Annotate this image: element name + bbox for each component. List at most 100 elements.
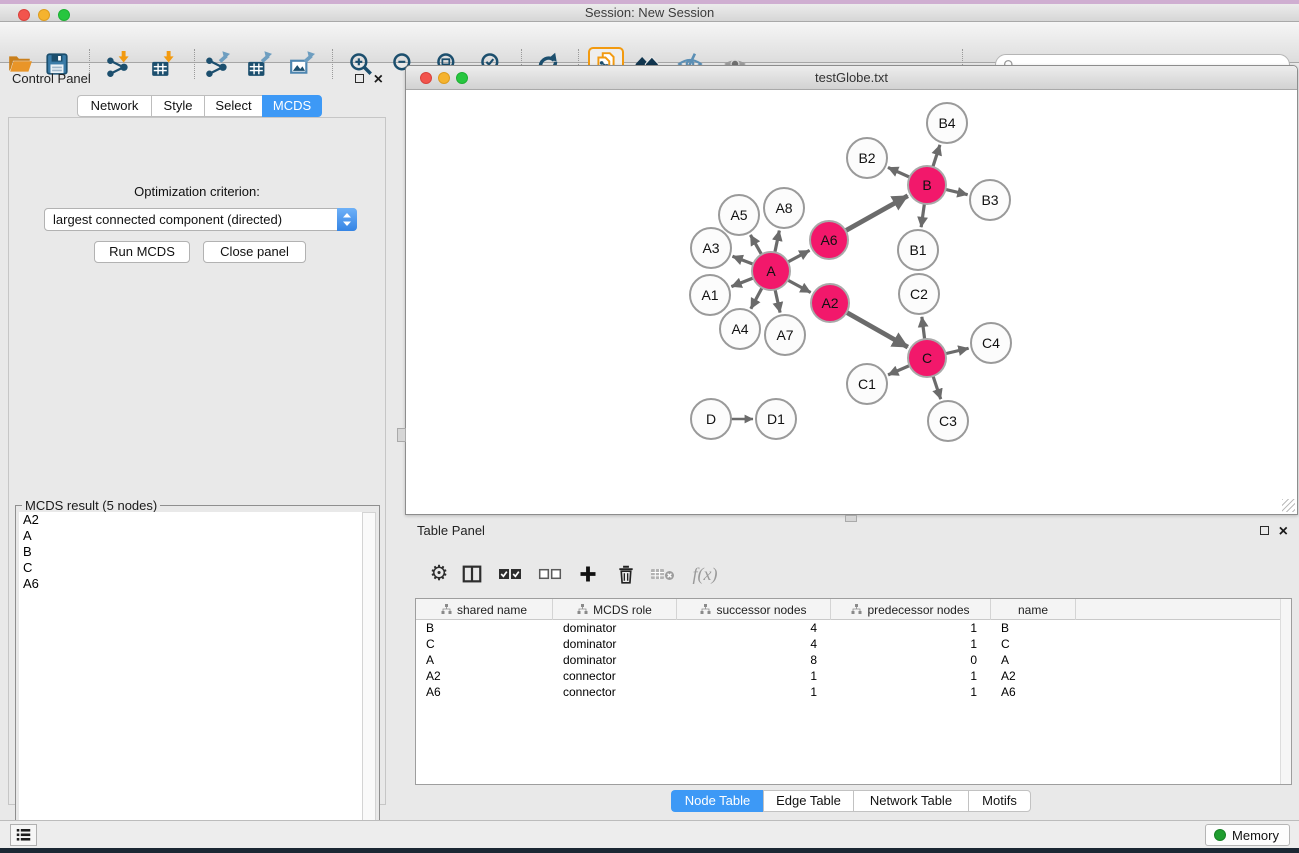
tab-network[interactable]: Network <box>77 95 151 117</box>
table-cell[interactable]: 4 <box>677 620 831 636</box>
unselect-all-rows-button[interactable] <box>536 560 564 588</box>
network-close-button[interactable] <box>420 72 432 84</box>
memory-button[interactable]: Memory <box>1205 824 1290 846</box>
graph-node-B4[interactable]: B4 <box>926 102 968 144</box>
table-cell[interactable]: C <box>416 636 553 652</box>
graph-node-C4[interactable]: C4 <box>970 322 1012 364</box>
graph-node-C[interactable]: C <box>907 338 947 378</box>
table-cell[interactable]: B <box>416 620 553 636</box>
tab-select[interactable]: Select <box>204 95 262 117</box>
result-list-scrollbar[interactable] <box>362 512 376 843</box>
table-cell[interactable]: connector <box>553 668 677 684</box>
table-cell[interactable]: B <box>991 620 1076 636</box>
list-view-button[interactable] <box>10 824 37 846</box>
table-row[interactable]: Cdominator41C <box>416 636 1280 652</box>
close-panel-button[interactable]: Close panel <box>203 241 306 263</box>
column-header-MCDS-role[interactable]: MCDS role <box>553 599 677 620</box>
table-close-panel-icon[interactable]: × <box>1279 526 1288 538</box>
table-cell[interactable]: 1 <box>677 668 831 684</box>
network-zoom-button[interactable] <box>456 72 468 84</box>
table-row[interactable]: A6connector11A6 <box>416 684 1280 700</box>
graph-node-D1[interactable]: D1 <box>755 398 797 440</box>
graph-node-A4[interactable]: A4 <box>719 308 761 350</box>
table-row[interactable]: Adominator80A <box>416 652 1280 668</box>
network-canvas[interactable]: A A1 A2 A3 A4 A5 A6 A7 A8 B B1 B2 B3B4 C C1 C2 C3C4 D D1 <box>406 90 1297 514</box>
run-mcds-button[interactable]: Run MCDS <box>94 241 190 263</box>
graph-node-C3[interactable]: C3 <box>927 400 969 442</box>
table-cell[interactable]: 1 <box>831 620 991 636</box>
minimize-window-button[interactable] <box>38 9 50 21</box>
table-panel-tabs: Node TableEdge TableNetwork TableMotifs <box>671 790 1031 812</box>
graph-node-A[interactable]: A <box>751 251 791 291</box>
network-minimize-button[interactable] <box>438 72 450 84</box>
table-cell[interactable]: 1 <box>831 636 991 652</box>
table-cell[interactable]: 1 <box>831 668 991 684</box>
function-builder-button[interactable]: f(x) <box>685 560 725 588</box>
column-header-predecessor-nodes[interactable]: predecessor nodes <box>831 599 991 620</box>
tab-motifs[interactable]: Motifs <box>968 790 1031 812</box>
network-window-titlebar[interactable]: testGlobe.txt <box>406 66 1297 90</box>
table-settings-button[interactable]: ⚙ <box>425 560 453 588</box>
table-cell[interactable]: A6 <box>416 684 553 700</box>
criterion-dropdown[interactable]: largest connected component (directed) <box>44 208 357 231</box>
table-cell[interactable]: 8 <box>677 652 831 668</box>
table-cell[interactable]: connector <box>553 684 677 700</box>
column-header-shared-name[interactable]: shared name <box>416 599 553 620</box>
tab-node-table[interactable]: Node Table <box>671 790 763 812</box>
graph-node-A1[interactable]: A1 <box>689 274 731 316</box>
table-cell[interactable]: A2 <box>991 668 1076 684</box>
table-cell[interactable]: 1 <box>677 684 831 700</box>
result-item[interactable]: B <box>19 544 362 560</box>
table-cell[interactable]: 4 <box>677 636 831 652</box>
delete-columns-button[interactable] <box>612 560 640 588</box>
table-cell[interactable]: 0 <box>831 652 991 668</box>
graph-node-A2[interactable]: A2 <box>810 283 850 323</box>
result-item[interactable]: C <box>19 560 362 576</box>
table-cell[interactable]: dominator <box>553 636 677 652</box>
table-cell[interactable]: 1 <box>831 684 991 700</box>
close-panel-icon[interactable]: × <box>374 74 383 86</box>
table-row[interactable]: Bdominator41B <box>416 620 1280 636</box>
table-cell[interactable]: A6 <box>991 684 1076 700</box>
graph-node-A5[interactable]: A5 <box>718 194 760 236</box>
graph-node-C1[interactable]: C1 <box>846 363 888 405</box>
vertical-splitter-handle[interactable] <box>397 428 406 442</box>
table-float-panel-icon[interactable] <box>1260 526 1269 535</box>
graph-node-B2[interactable]: B2 <box>846 137 888 179</box>
close-window-button[interactable] <box>18 9 30 21</box>
table-cell[interactable]: A <box>991 652 1076 668</box>
tab-style[interactable]: Style <box>151 95 204 117</box>
graph-node-B3[interactable]: B3 <box>969 179 1011 221</box>
resize-grip[interactable] <box>1282 499 1295 512</box>
table-cell[interactable]: A <box>416 652 553 668</box>
result-item[interactable]: A <box>19 528 362 544</box>
graph-node-A6[interactable]: A6 <box>809 220 849 260</box>
table-row[interactable]: A2connector11A2 <box>416 668 1280 684</box>
graph-node-A7[interactable]: A7 <box>764 314 806 356</box>
select-all-rows-button[interactable] <box>496 560 524 588</box>
tab-network-table[interactable]: Network Table <box>853 790 968 812</box>
columns-icon <box>461 563 483 585</box>
column-editor-button[interactable] <box>458 560 486 588</box>
graph-node-A3[interactable]: A3 <box>690 227 732 269</box>
tab-edge-table[interactable]: Edge Table <box>763 790 853 812</box>
tab-mcds[interactable]: MCDS <box>262 95 322 117</box>
table-scrollbar[interactable] <box>1280 599 1291 784</box>
result-item[interactable]: A6 <box>19 576 362 592</box>
table-cell[interactable]: dominator <box>553 652 677 668</box>
graph-node-B1[interactable]: B1 <box>897 229 939 271</box>
result-item[interactable]: A2 <box>19 512 362 528</box>
column-header-name[interactable]: name <box>991 599 1076 620</box>
graph-node-B[interactable]: B <box>907 165 947 205</box>
float-panel-icon[interactable] <box>355 74 364 83</box>
graph-node-D[interactable]: D <box>690 398 732 440</box>
table-cell[interactable]: dominator <box>553 620 677 636</box>
graph-node-C2[interactable]: C2 <box>898 273 940 315</box>
table-cell[interactable]: C <box>991 636 1076 652</box>
delete-table-button[interactable] <box>648 560 676 588</box>
add-column-button[interactable] <box>574 560 602 588</box>
column-header-successor-nodes[interactable]: successor nodes <box>677 599 831 620</box>
zoom-window-button[interactable] <box>58 9 70 21</box>
table-cell[interactable]: A2 <box>416 668 553 684</box>
graph-node-A8[interactable]: A8 <box>763 187 805 229</box>
